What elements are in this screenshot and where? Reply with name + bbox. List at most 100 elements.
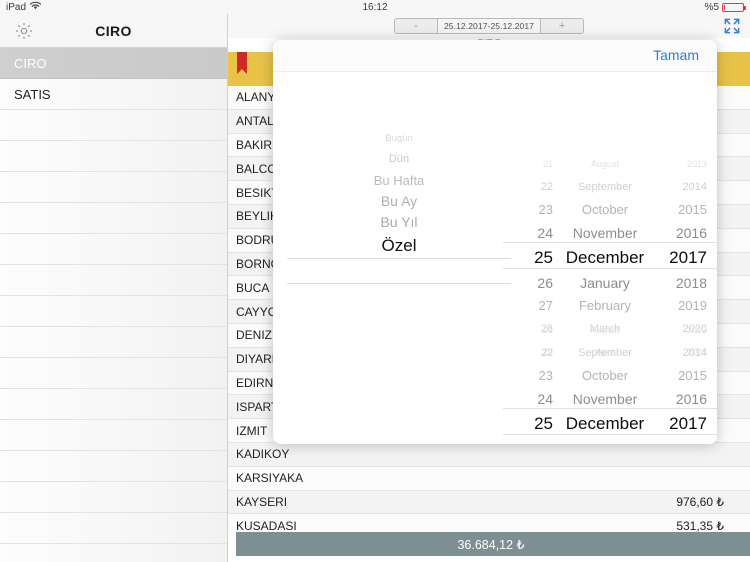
start-date-picker[interactable]: 21 August 2013 22 September 2014 23 October 2015… bbox=[503, 152, 717, 357]
date-day-cell: 24 bbox=[537, 390, 553, 407]
status-bar: iPad 16:12 %5 bbox=[0, 0, 750, 14]
date-day-cell: 22 bbox=[540, 180, 553, 193]
table-row[interactable]: KADIKOY bbox=[228, 442, 750, 467]
status-bar-time: 16:12 bbox=[362, 1, 388, 13]
total-bar: 36.684,12 ₺ bbox=[236, 532, 750, 556]
sidebar-item-empty[interactable] bbox=[0, 265, 227, 296]
date-month-cell: November bbox=[572, 224, 638, 241]
preset-option[interactable]: Dün bbox=[287, 149, 511, 170]
date-month-cell: September bbox=[578, 180, 632, 193]
sidebar-item-empty[interactable] bbox=[0, 513, 227, 544]
date-picker-row[interactable]: 21 August 2013 bbox=[511, 152, 711, 175]
preset-selection-band bbox=[287, 258, 511, 284]
sidebar-item-empty[interactable] bbox=[0, 327, 227, 358]
date-picker-row[interactable]: 25 December 2017 bbox=[511, 244, 711, 271]
row-name: KUSADASI bbox=[236, 518, 297, 532]
sidebar-item-empty[interactable] bbox=[0, 296, 227, 327]
battery-icon bbox=[722, 2, 746, 12]
date-day-cell: 21 bbox=[542, 158, 553, 169]
sidebar-item-empty[interactable] bbox=[0, 358, 227, 389]
date-day-cell: 26 bbox=[537, 274, 553, 291]
sidebar-item-empty[interactable] bbox=[0, 172, 227, 203]
date-month-cell: November bbox=[572, 390, 638, 407]
date-picker-row[interactable]: 22 September 2014 bbox=[511, 341, 711, 364]
date-picker-row[interactable]: 23 October 2015 bbox=[511, 198, 711, 221]
date-picker-row[interactable]: 21 August 2013 bbox=[511, 318, 711, 341]
app-root: iPad 16:12 %5 CIRO CIRO SATIS - 25.12.20… bbox=[0, 0, 750, 562]
sidebar-list: CIRO SATIS bbox=[0, 48, 227, 562]
date-picker-row[interactable]: 26January2018 bbox=[511, 437, 711, 445]
sidebar-item-label: CIRO bbox=[14, 55, 47, 71]
date-picker-row[interactable]: 24 November 2016 bbox=[511, 387, 711, 410]
sidebar-item-empty[interactable] bbox=[0, 110, 227, 141]
date-range-display[interactable]: 25.12.2017-25.12.2017 bbox=[436, 19, 541, 33]
popover-header: Tamam bbox=[273, 40, 717, 72]
date-month-cell: December bbox=[565, 247, 645, 267]
preset-option[interactable]: Bu Ay bbox=[287, 191, 511, 212]
date-month-cell: August bbox=[590, 324, 620, 335]
date-month-cell: October bbox=[581, 202, 629, 217]
date-day-cell: 25 bbox=[534, 413, 553, 433]
date-month-cell: January bbox=[554, 441, 656, 445]
done-button[interactable]: Tamam bbox=[653, 47, 699, 63]
date-picker-row[interactable]: 24 November 2016 bbox=[511, 221, 711, 244]
bookmark-icon bbox=[237, 52, 247, 74]
preset-option[interactable]: Bugün bbox=[287, 128, 511, 149]
table-row[interactable]: KUSADASI 531,35 ₺ bbox=[228, 514, 750, 532]
sidebar-item-satis[interactable]: SATIS bbox=[0, 79, 227, 110]
main-toolbar: - 25.12.2017-25.12.2017 + bbox=[228, 14, 750, 38]
date-next-button[interactable]: + bbox=[541, 19, 583, 33]
battery-percent-label: %5 bbox=[704, 1, 719, 13]
date-prev-button[interactable]: - bbox=[394, 19, 437, 33]
table-row[interactable]: KARSIYAKA bbox=[228, 466, 750, 491]
date-day-cell: 27 bbox=[538, 298, 553, 313]
date-day-cell: 23 bbox=[538, 368, 553, 383]
sidebar-item-empty[interactable] bbox=[0, 420, 227, 451]
date-day-cell: 21 bbox=[542, 324, 553, 335]
preset-option[interactable]: Bu Hafta bbox=[287, 170, 511, 191]
sidebar-item-empty[interactable] bbox=[0, 234, 227, 265]
row-name: KADIKOY bbox=[236, 447, 290, 462]
date-year-cell: 2018 bbox=[675, 274, 707, 291]
date-picker-row[interactable]: 27 February 2019 bbox=[511, 294, 711, 317]
date-day-cell: 23 bbox=[538, 202, 553, 217]
sidebar-item-empty[interactable] bbox=[0, 482, 227, 513]
date-picker-row[interactable]: 22 September 2014 bbox=[511, 175, 711, 198]
date-picker-row[interactable]: 26 January 2018 bbox=[511, 271, 711, 294]
row-name: KAYSERI bbox=[236, 494, 288, 509]
date-year-cell: 2016 bbox=[675, 224, 707, 241]
sidebar-item-label: SATIS bbox=[14, 86, 51, 102]
battery-fill bbox=[724, 4, 725, 10]
date-day-cell: 22 bbox=[540, 346, 553, 359]
row-name: KARSIYAKA bbox=[236, 471, 304, 486]
date-year-cell: 2015 bbox=[678, 368, 707, 383]
expand-icon[interactable] bbox=[722, 16, 742, 36]
date-range-stepper[interactable]: - 25.12.2017-25.12.2017 + bbox=[393, 18, 584, 34]
date-day-cell: 26 bbox=[515, 441, 553, 445]
sidebar-item-empty[interactable] bbox=[0, 544, 227, 562]
date-day-cell: 24 bbox=[537, 224, 553, 241]
status-bar-right: %5 bbox=[704, 1, 746, 13]
date-year-cell: 2019 bbox=[678, 298, 707, 313]
sidebar-item-empty[interactable] bbox=[0, 389, 227, 420]
date-year-cell: 2013 bbox=[686, 324, 707, 335]
row-value: 531,35 ₺ bbox=[676, 518, 724, 532]
sidebar-navbar: CIRO bbox=[0, 14, 227, 48]
sidebar-item-ciro[interactable]: CIRO bbox=[0, 48, 227, 79]
end-date-picker[interactable]: 21 August 2013 22 September 2014 23 October 2015… bbox=[503, 318, 717, 445]
sidebar-item-empty[interactable] bbox=[0, 451, 227, 482]
date-year-cell: 2014 bbox=[682, 180, 707, 193]
date-year-cell: 2016 bbox=[675, 390, 707, 407]
date-picker-row[interactable]: 25 December 2017 bbox=[511, 410, 711, 437]
date-year-cell: 2015 bbox=[678, 202, 707, 217]
date-picker-row[interactable]: 23 October 2015 bbox=[511, 364, 711, 387]
date-day-cell: 25 bbox=[534, 247, 553, 267]
preset-option[interactable]: Özel bbox=[287, 233, 511, 258]
sidebar-item-empty[interactable] bbox=[0, 203, 227, 234]
table-row[interactable]: KAYSERI 976,60 ₺ bbox=[228, 490, 750, 515]
date-month-cell: December bbox=[565, 413, 645, 433]
date-month-cell: January bbox=[580, 274, 630, 291]
preset-option[interactable]: Bu Yıl bbox=[287, 212, 511, 233]
sidebar-item-empty[interactable] bbox=[0, 141, 227, 172]
date-month-cell: October bbox=[581, 368, 629, 383]
